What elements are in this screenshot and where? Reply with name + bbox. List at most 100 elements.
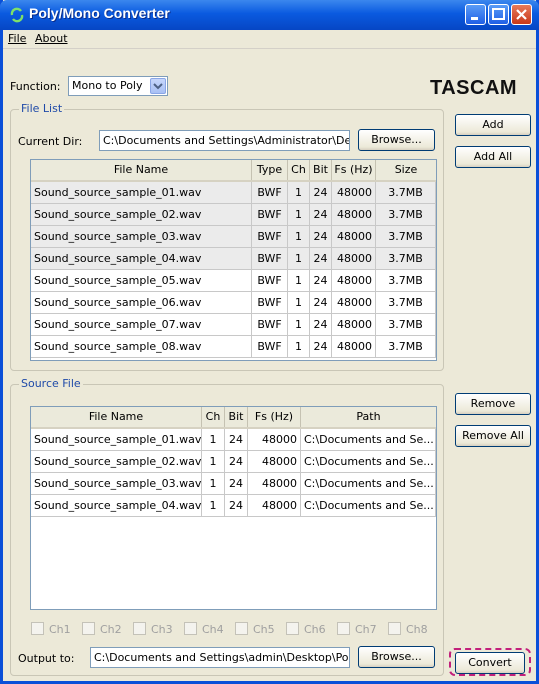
channel-label: Ch7 [355,623,377,636]
fs-cell: 48000 [248,429,301,450]
channel-checkbox[interactable]: Ch1 [31,622,71,636]
col-fs[interactable]: Fs (Hz) [332,160,376,180]
checkbox-box[interactable] [235,622,248,635]
table-row[interactable]: Sound_source_sample_03.wav BWF 1 24 48000 3.7… [31,226,436,248]
ch-cell: 1 [288,204,310,225]
fs-cell: 48000 [248,495,301,516]
table-row[interactable]: Sound_source_sample_03.wav 1 24 48000 C:\Doc… [31,473,436,495]
table-row[interactable]: Sound_source_sample_01.wav 1 24 48000 C:\Doc… [31,429,436,451]
checkbox-box[interactable] [82,622,95,635]
output-to-label: Output to: [18,652,75,665]
function-value: Mono to Poly [72,79,143,92]
channel-checkbox[interactable]: Ch5 [235,622,275,636]
ch-cell: 1 [288,248,310,269]
fs-cell: 48000 [332,292,376,313]
remove-all-button[interactable]: Remove All [455,425,531,447]
channel-checkbox[interactable]: Ch4 [184,622,224,636]
file-name-cell: Sound_source_sample_01.wav [31,182,252,203]
file-list-table: File Name Type Ch Bit Fs (Hz) Size Sound… [30,159,437,361]
maximize-button[interactable] [488,4,509,25]
type-cell: BWF [252,182,288,203]
source-file-title: Source File [19,377,83,390]
table-row[interactable]: Sound_source_sample_07.wav BWF 1 24 48000 3.7… [31,314,436,336]
source-file-header: File Name Ch Bit Fs (Hz) Path [31,407,436,429]
bit-cell: 24 [310,292,332,313]
window-title: Poly/Mono Converter [29,5,170,21]
checkbox-box[interactable] [184,622,197,635]
channel-label: Ch4 [202,623,224,636]
source-col-path[interactable]: Path [301,407,436,427]
table-row[interactable]: Sound_source_sample_08.wav BWF 1 24 48000 3.7… [31,336,436,358]
ch-cell: 1 [288,226,310,247]
checkbox-box[interactable] [337,622,350,635]
bit-cell: 24 [310,182,332,203]
fs-cell: 48000 [248,451,301,472]
table-row[interactable]: Sound_source_sample_06.wav BWF 1 24 48000 3.7… [31,292,436,314]
channel-checkbox[interactable]: Ch2 [82,622,122,636]
source-col-ch[interactable]: Ch [202,407,225,427]
ch-cell: 1 [288,336,310,357]
add-button[interactable]: Add [455,114,531,136]
menu-about[interactable]: About [35,32,68,45]
checkbox-box[interactable] [31,622,44,635]
size-cell: 3.7MB [376,292,436,313]
output-browse-button[interactable]: Browse... [358,646,435,668]
ch-cell: 1 [288,270,310,291]
channel-checkbox[interactable]: Ch6 [286,622,326,636]
checkbox-box[interactable] [133,622,146,635]
chevron-down-icon[interactable] [150,78,166,94]
bit-cell: 24 [310,204,332,225]
close-button[interactable] [511,4,532,25]
ch-cell: 1 [288,292,310,313]
size-cell: 3.7MB [376,248,436,269]
fs-cell: 48000 [332,226,376,247]
source-col-file-name[interactable]: File Name [31,407,202,427]
file-name-cell: Sound_source_sample_06.wav [31,292,252,313]
title-bar[interactable]: Poly/Mono Converter [0,0,539,30]
bit-cell: 24 [310,270,332,291]
table-row[interactable]: Sound_source_sample_02.wav BWF 1 24 48000 3.7… [31,204,436,226]
table-row[interactable]: Sound_source_sample_05.wav BWF 1 24 48000 3.7… [31,270,436,292]
minimize-button[interactable] [465,4,486,25]
size-cell: 3.7MB [376,182,436,203]
path-cell: C:\Documents and Se... [301,451,436,472]
col-type[interactable]: Type [252,160,288,180]
convert-button[interactable]: Convert [455,652,525,674]
col-ch[interactable]: Ch [288,160,310,180]
file-name-cell: Sound_source_sample_05.wav [31,270,252,291]
table-row[interactable]: Sound_source_sample_04.wav 1 24 48000 C:\Doc… [31,495,436,517]
output-path-field[interactable]: C:\Documents and Settings\admin\Desktop\… [90,647,350,668]
table-row[interactable]: Sound_source_sample_01.wav BWF 1 24 48000 3.7… [31,182,436,204]
table-row[interactable]: Sound_source_sample_02.wav 1 24 48000 C:\Doc… [31,451,436,473]
bit-cell: 24 [225,495,248,516]
source-col-bit[interactable]: Bit [225,407,248,427]
checkbox-box[interactable] [286,622,299,635]
bit-cell: 24 [225,451,248,472]
remove-button[interactable]: Remove [455,393,531,415]
size-cell: 3.7MB [376,314,436,335]
app-window: Poly/Mono Converter File About Function:… [0,0,539,684]
channel-checkbox[interactable]: Ch7 [337,622,377,636]
checkbox-box[interactable] [388,622,401,635]
channel-checkbox[interactable]: Ch8 [388,622,428,636]
table-row[interactable]: Sound_source_sample_04.wav BWF 1 24 48000 3.7… [31,248,436,270]
add-all-button[interactable]: Add All [455,146,531,168]
size-cell: 3.7MB [376,336,436,357]
converter-app-icon [10,7,24,23]
channel-checkbox[interactable]: Ch3 [133,622,173,636]
path-cell: C:\Documents and Se... [301,473,436,494]
bit-cell: 24 [310,226,332,247]
col-file-name[interactable]: File Name [31,160,252,180]
menu-file[interactable]: File [8,32,26,45]
current-dir-browse-button[interactable]: Browse... [358,129,435,151]
function-select[interactable]: Mono to Poly [68,76,168,96]
type-cell: BWF [252,226,288,247]
source-col-fs[interactable]: Fs (Hz) [248,407,301,427]
fs-cell: 48000 [332,314,376,335]
col-size[interactable]: Size [376,160,436,180]
col-bit[interactable]: Bit [310,160,332,180]
tascam-logo: TASCAM [430,77,518,99]
function-label: Function: [10,80,61,93]
current-dir-field[interactable]: C:\Documents and Settings\Administrator\… [99,130,350,151]
ch-cell: 1 [202,473,225,494]
